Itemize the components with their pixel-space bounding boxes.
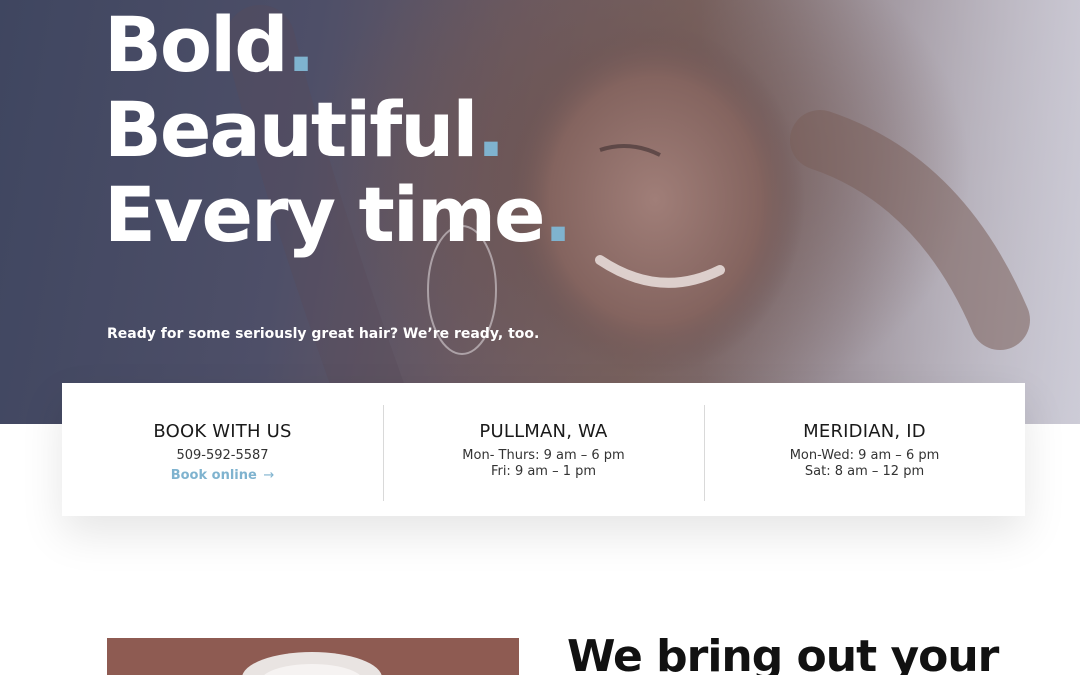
book-column: BOOK WITH US 509-592-5587 Book online → [62,383,383,516]
accent-dot: . [543,170,573,259]
meridian-column: MERIDIAN, ID Mon-Wed: 9 am – 6 pm Sat: 8… [704,383,1025,516]
headline-every-time: Every time. [104,175,572,255]
accent-dot: . [286,0,316,89]
headline-word: Every time [104,170,546,259]
pullman-column: PULLMAN, WA Mon- Thurs: 9 am – 6 pm Fri:… [383,383,704,516]
meridian-hours-2: Sat: 8 am – 12 pm [804,464,925,479]
stylist-photo [107,638,519,675]
book-heading: BOOK WITH US [153,421,292,442]
section-heading: We bring out your [567,631,999,675]
pullman-hours-1: Mon- Thurs: 9 am – 6 pm [462,448,625,463]
pullman-hours-2: Fri: 9 am – 1 pm [490,464,597,479]
arrow-right-icon: → [263,468,275,483]
book-online-label: Book online [170,468,257,483]
headline-word: Beautiful [104,85,478,174]
book-online-link[interactable]: Book online → [171,468,275,484]
pullman-heading: PULLMAN, WA [479,421,608,442]
hero-section: Bold. Beautiful. Every time. Ready for s… [0,0,1080,424]
phone-number[interactable]: 509-592-5587 [62,448,383,464]
headline-beautiful: Beautiful. [104,90,505,170]
hero-text: Bold. Beautiful. Every time. Ready for s… [0,0,1080,424]
accent-dot: . [476,85,505,174]
meridian-heading: MERIDIAN, ID [803,421,926,442]
headline-bold: Bold. [104,5,315,85]
info-card: BOOK WITH US 509-592-5587 Book online → … [62,383,1025,516]
stylist-photo-art [107,638,519,675]
headline-word: Bold [104,0,289,89]
hero-tagline: Ready for some seriously great hair? We’… [107,326,540,342]
meridian-hours-1: Mon-Wed: 9 am – 6 pm [789,448,940,463]
